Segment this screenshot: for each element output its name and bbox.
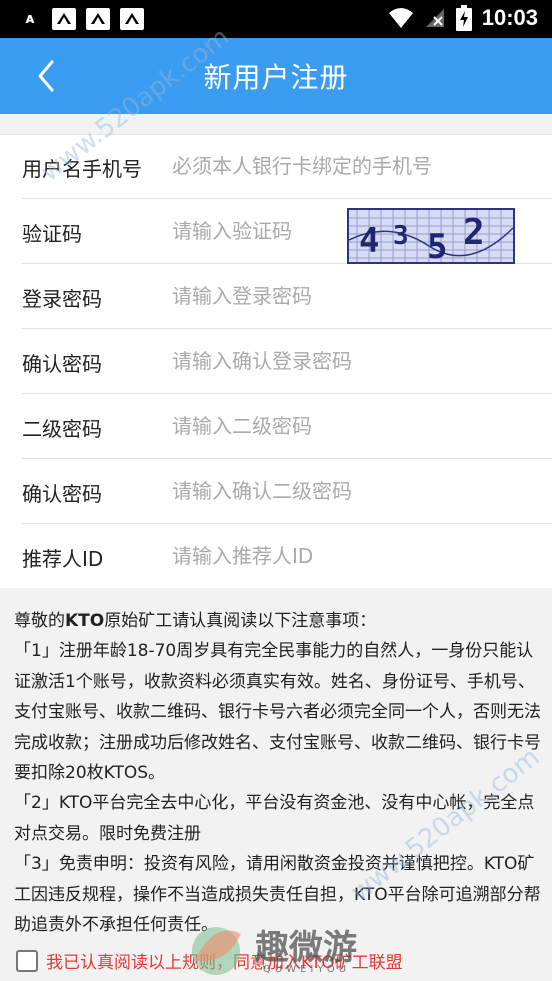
login-password-input[interactable]: [172, 279, 482, 313]
confirm-secondary-password-input[interactable]: [172, 474, 482, 508]
svg-text:5: 5: [427, 227, 447, 262]
no-signal-icon: [425, 9, 444, 27]
wifi-icon: [388, 8, 413, 28]
form-row-confirm-secondary-password: 确认密码: [22, 460, 552, 524]
agreement-checkbox[interactable]: [16, 949, 38, 972]
secondary-password-label: 二级密码: [22, 417, 102, 441]
form-row-username: 用户名手机号: [22, 135, 552, 199]
status-left-icons: ᴀ: [18, 8, 144, 30]
svg-text:4: 4: [359, 221, 379, 261]
referrer-id-input[interactable]: [172, 539, 482, 573]
registration-form: 用户名手机号 验证码 4 3 5 2 登录密码: [0, 134, 552, 588]
captcha-label: 验证码: [22, 222, 82, 246]
notice-item-3: 「3」免责申明：投资有风险，请用闲散资金投资并谨慎把控。KTO矿工因违反规程，操…: [14, 854, 541, 936]
registration-notice: 尊敬的KTO原始矿工请认真阅读以下注意事项： 「1」注册年龄18-70周岁具有完…: [14, 606, 542, 940]
app-icon: [86, 8, 110, 30]
notification-a-icon: ᴀ: [25, 11, 35, 27]
notice-brand: KTO: [65, 611, 105, 631]
svg-text:2: 2: [463, 212, 485, 253]
captcha-image[interactable]: 4 3 5 2: [347, 208, 515, 264]
form-row-secondary-password: 二级密码: [22, 395, 552, 459]
confirm-login-password-label: 确认密码: [22, 352, 102, 376]
login-password-label: 登录密码: [22, 287, 102, 311]
status-right: 10:03: [388, 5, 538, 31]
notice-intro: 尊敬的KTO原始矿工请认真阅读以下注意事项：: [14, 611, 377, 631]
form-row-login-password: 登录密码: [22, 265, 552, 329]
form-row-confirm-login-password: 确认密码: [22, 330, 552, 394]
app-icon: [120, 8, 144, 30]
confirm-login-password-input[interactable]: [172, 344, 482, 378]
app-header: 新用户注册: [0, 38, 552, 114]
page-title: 新用户注册: [203, 61, 349, 94]
status-time: 10:03: [481, 5, 538, 30]
status-bar: ᴀ 10:03: [0, 0, 552, 38]
app-icon: [52, 8, 76, 30]
form-row-captcha: 验证码 4 3 5 2: [22, 200, 552, 264]
battery-charging-icon: [455, 5, 472, 31]
captcha-input[interactable]: [172, 214, 332, 248]
form-row-referrer: 推荐人ID: [22, 525, 552, 589]
notice-item-2: 「2」KTO平台完全去中心化，平台没有资金池、没有中心帐，完全点对点交易。限时免…: [14, 793, 535, 844]
svg-text:3: 3: [393, 221, 409, 251]
agreement-row[interactable]: 我已认真阅读以上规则，同意加入KTO矿工联盟: [16, 948, 403, 973]
username-label: 用户名手机号: [22, 157, 142, 181]
confirm-secondary-password-label: 确认密码: [22, 482, 102, 506]
notice-item-1: 「1」注册年龄18-70周岁具有完全民事能力的自然人，一身份只能认证激活1个账号…: [14, 641, 541, 784]
username-phone-input[interactable]: [172, 149, 482, 183]
referrer-label: 推荐人ID: [22, 547, 104, 571]
agreement-text: 我已认真阅读以上规则，同意加入KTO矿工联盟: [46, 953, 403, 973]
secondary-password-input[interactable]: [172, 409, 482, 443]
